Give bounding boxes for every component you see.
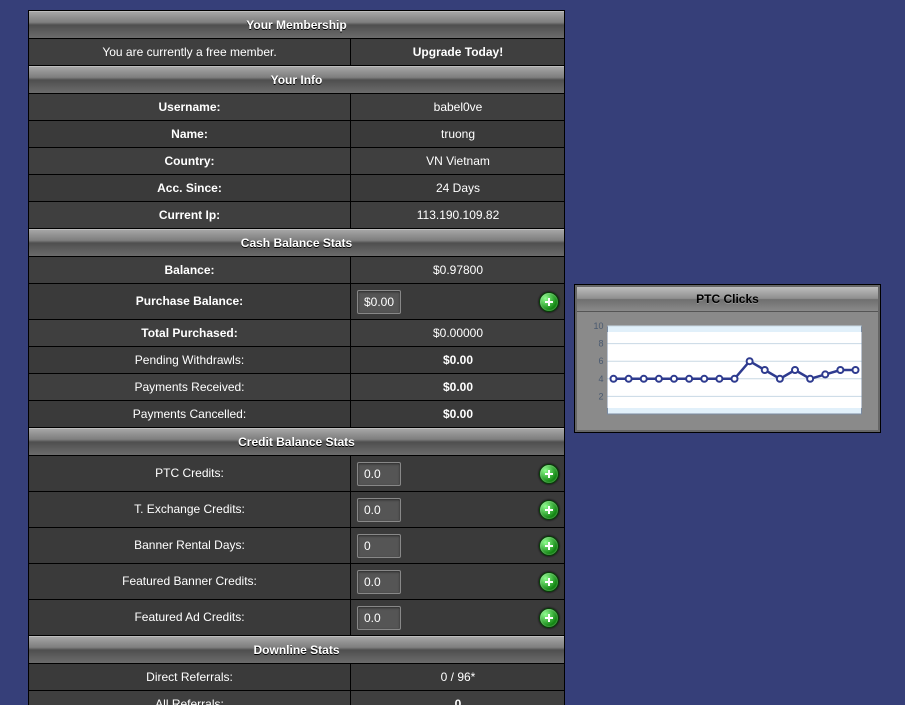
credit-row: Featured Ad Credits: 0.0 [29,600,564,636]
svg-text:4: 4 [598,374,603,384]
cash-label: Payments Received: [29,374,351,400]
add-icon[interactable] [539,572,559,592]
info-label: Name: [29,121,351,147]
account-panel: Your Membership You are currently a free… [28,10,565,705]
credit-row: Featured Banner Credits: 0.0 [29,564,564,600]
info-row: Country: VN Vietnam [29,148,564,175]
info-row: Acc. Since: 24 Days [29,175,564,202]
credit-label: Featured Banner Credits: [29,564,351,599]
credit-row: T. Exchange Credits: 0.0 [29,492,564,528]
info-row: Username: babel0ve [29,94,564,121]
downline-row: Direct Referrals: 0 / 96* [29,664,564,691]
upgrade-link[interactable]: Upgrade Today! [351,39,565,65]
credit-row: PTC Credits: 0.0 [29,456,564,492]
cash-header: Cash Balance Stats [29,229,564,257]
add-icon[interactable] [539,292,559,312]
membership-status: You are currently a free member. [29,39,351,65]
cash-label: Pending Withdrawls: [29,347,351,373]
total-purchased-label: Total Purchased: [29,320,351,346]
credit-input[interactable]: 0.0 [357,570,401,594]
ptc-clicks-chart-panel: PTC Clicks 2 4 6 8 10 [575,285,880,432]
cash-label: Payments Cancelled: [29,401,351,427]
credit-input[interactable]: 0.0 [357,606,401,630]
info-value: babel0ve [351,94,565,120]
downline-value: 0 / 96* [351,664,565,690]
info-value: 24 Days [351,175,565,201]
balance-row: Balance: $0.97800 [29,257,564,284]
info-label: Current Ip: [29,202,351,228]
purchase-balance-label: Purchase Balance: [29,284,351,319]
credit-header: Credit Balance Stats [29,428,564,456]
downline-label: Direct Referrals: [29,664,351,690]
svg-text:8: 8 [598,339,603,349]
svg-text:10: 10 [593,321,603,331]
info-label: Username: [29,94,351,120]
credit-input[interactable]: 0.0 [357,498,401,522]
credit-row: Banner Rental Days: 0 [29,528,564,564]
purchase-balance-row: Purchase Balance: $0.00 [29,284,564,320]
downline-header: Downline Stats [29,636,564,664]
svg-text:2: 2 [598,391,603,401]
credit-label: Featured Ad Credits: [29,600,351,635]
cash-value: $0.00 [351,347,565,373]
svg-text:6: 6 [598,356,603,366]
add-icon[interactable] [539,500,559,520]
downline-row: All Referrals: 0 [29,691,564,705]
info-value: truong [351,121,565,147]
add-icon[interactable] [539,464,559,484]
info-header: Your Info [29,66,564,94]
cash-row: Payments Cancelled: $0.00 [29,401,564,428]
credit-label: PTC Credits: [29,456,351,491]
cash-value: $0.00 [351,374,565,400]
balance-label: Balance: [29,257,351,283]
add-icon[interactable] [539,536,559,556]
credit-label: Banner Rental Days: [29,528,351,563]
cash-row: Pending Withdrawls: $0.00 [29,347,564,374]
membership-row: You are currently a free member. Upgrade… [29,39,564,66]
info-value: VN Vietnam [351,148,565,174]
balance-value: $0.97800 [351,257,565,283]
total-purchased-value: $0.00000 [351,320,565,346]
info-label: Acc. Since: [29,175,351,201]
info-row: Name: truong [29,121,564,148]
chart-title: PTC Clicks [577,287,878,312]
chart-body: 2 4 6 8 10 [577,312,878,430]
downline-value: 0 [351,691,565,705]
cash-row: Payments Received: $0.00 [29,374,564,401]
cash-value: $0.00 [351,401,565,427]
downline-label: All Referrals: [29,691,351,705]
ptc-clicks-chart: 2 4 6 8 10 [587,320,868,420]
info-label: Country: [29,148,351,174]
total-purchased-row: Total Purchased: $0.00000 [29,320,564,347]
info-row: Current Ip: 113.190.109.82 [29,202,564,229]
credit-input[interactable]: 0.0 [357,462,401,486]
credit-label: T. Exchange Credits: [29,492,351,527]
credit-input[interactable]: 0 [357,534,401,558]
info-value: 113.190.109.82 [351,202,565,228]
membership-header: Your Membership [29,11,564,39]
add-icon[interactable] [539,608,559,628]
purchase-balance-input[interactable]: $0.00 [357,290,401,314]
